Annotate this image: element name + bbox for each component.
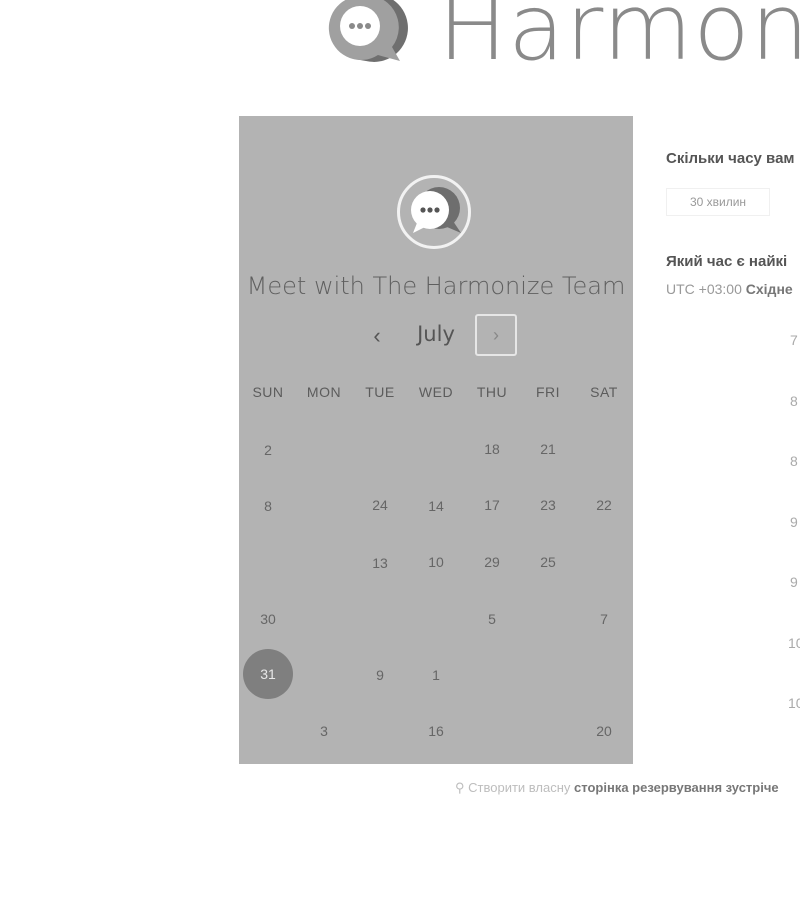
time-slot[interactable]: 8: [790, 393, 798, 409]
day-cell[interactable]: 13: [358, 541, 402, 585]
chat-bubble-icon: [411, 187, 461, 233]
day-cell[interactable]: 25: [526, 540, 570, 584]
day-cell[interactable]: 30: [246, 597, 290, 641]
day-cell[interactable]: 9: [358, 653, 402, 697]
day-cell[interactable]: 24: [358, 483, 402, 527]
day-cell[interactable]: 23: [526, 483, 570, 527]
day-cell[interactable]: 14: [414, 484, 458, 528]
weekday-fri: FRI: [535, 384, 561, 400]
month-navigation: ‹ July ›: [239, 314, 633, 358]
timezone-offset: UTC +03:00: [666, 281, 742, 297]
weekday-tue: TUE: [365, 384, 395, 400]
time-slot[interactable]: 9: [790, 514, 798, 530]
time-slot[interactable]: 10: [788, 635, 800, 651]
timezone-name: Східне: [745, 281, 793, 297]
meeting-title: Meet with The Harmonize Team: [246, 272, 626, 300]
time-slot[interactable]: 8: [790, 453, 798, 469]
calendar-card: Meet with The Harmonize Team ‹ July › SU…: [239, 116, 633, 764]
timezone-selector[interactable]: UTC +03:00 Східне: [666, 281, 793, 297]
day-cell[interactable]: 7: [582, 597, 626, 641]
weekday-thu: THU: [476, 384, 508, 400]
avatar: [397, 175, 471, 249]
day-cell[interactable]: 21: [526, 427, 570, 471]
weekday-mon: MON: [306, 384, 342, 400]
duration-question: Скільки часу вам: [666, 150, 795, 167]
day-cell[interactable]: 20: [582, 709, 626, 753]
prev-month-button[interactable]: ‹: [365, 316, 389, 356]
weekday-sun: SUN: [252, 384, 284, 400]
weekday-header: SUN MON TUE WED THU FRI SAT: [239, 384, 633, 404]
footer-prefix: Створити власну: [468, 780, 571, 795]
brand-name: Harmon: [438, 0, 800, 81]
chat-bubble-logo-icon: [328, 0, 408, 62]
day-cell[interactable]: 29: [470, 540, 514, 584]
weekday-wed: WED: [418, 384, 454, 400]
day-cell[interactable]: 17: [470, 483, 514, 527]
next-month-button[interactable]: ›: [475, 314, 517, 356]
day-cell[interactable]: 1: [414, 653, 458, 697]
day-cell[interactable]: 22: [582, 483, 626, 527]
weekday-sat: SAT: [590, 384, 618, 400]
month-label: July: [417, 322, 455, 346]
day-cell[interactable]: 18: [470, 427, 514, 471]
duration-option-button[interactable]: 30 хвилин: [666, 188, 770, 216]
sprocket-icon: ⚲: [455, 780, 465, 795]
time-slot[interactable]: 9: [790, 574, 798, 590]
day-cell[interactable]: 2: [246, 428, 290, 472]
time-slot[interactable]: 7: [790, 332, 798, 348]
time-question: Який час є найкі: [666, 253, 788, 270]
footer-create-own[interactable]: ⚲ Створити власну сторінка резервування …: [455, 780, 779, 796]
day-cell[interactable]: 10: [414, 540, 458, 584]
day-cell[interactable]: 3: [302, 709, 346, 753]
time-slot[interactable]: 10: [788, 695, 800, 711]
day-cell[interactable]: 8: [246, 484, 290, 528]
day-cell[interactable]: 16: [414, 709, 458, 753]
selected-day-cell[interactable]: 31: [243, 649, 293, 699]
footer-link[interactable]: сторінка резервування зустріче: [574, 780, 779, 795]
day-cell[interactable]: 5: [470, 597, 514, 641]
